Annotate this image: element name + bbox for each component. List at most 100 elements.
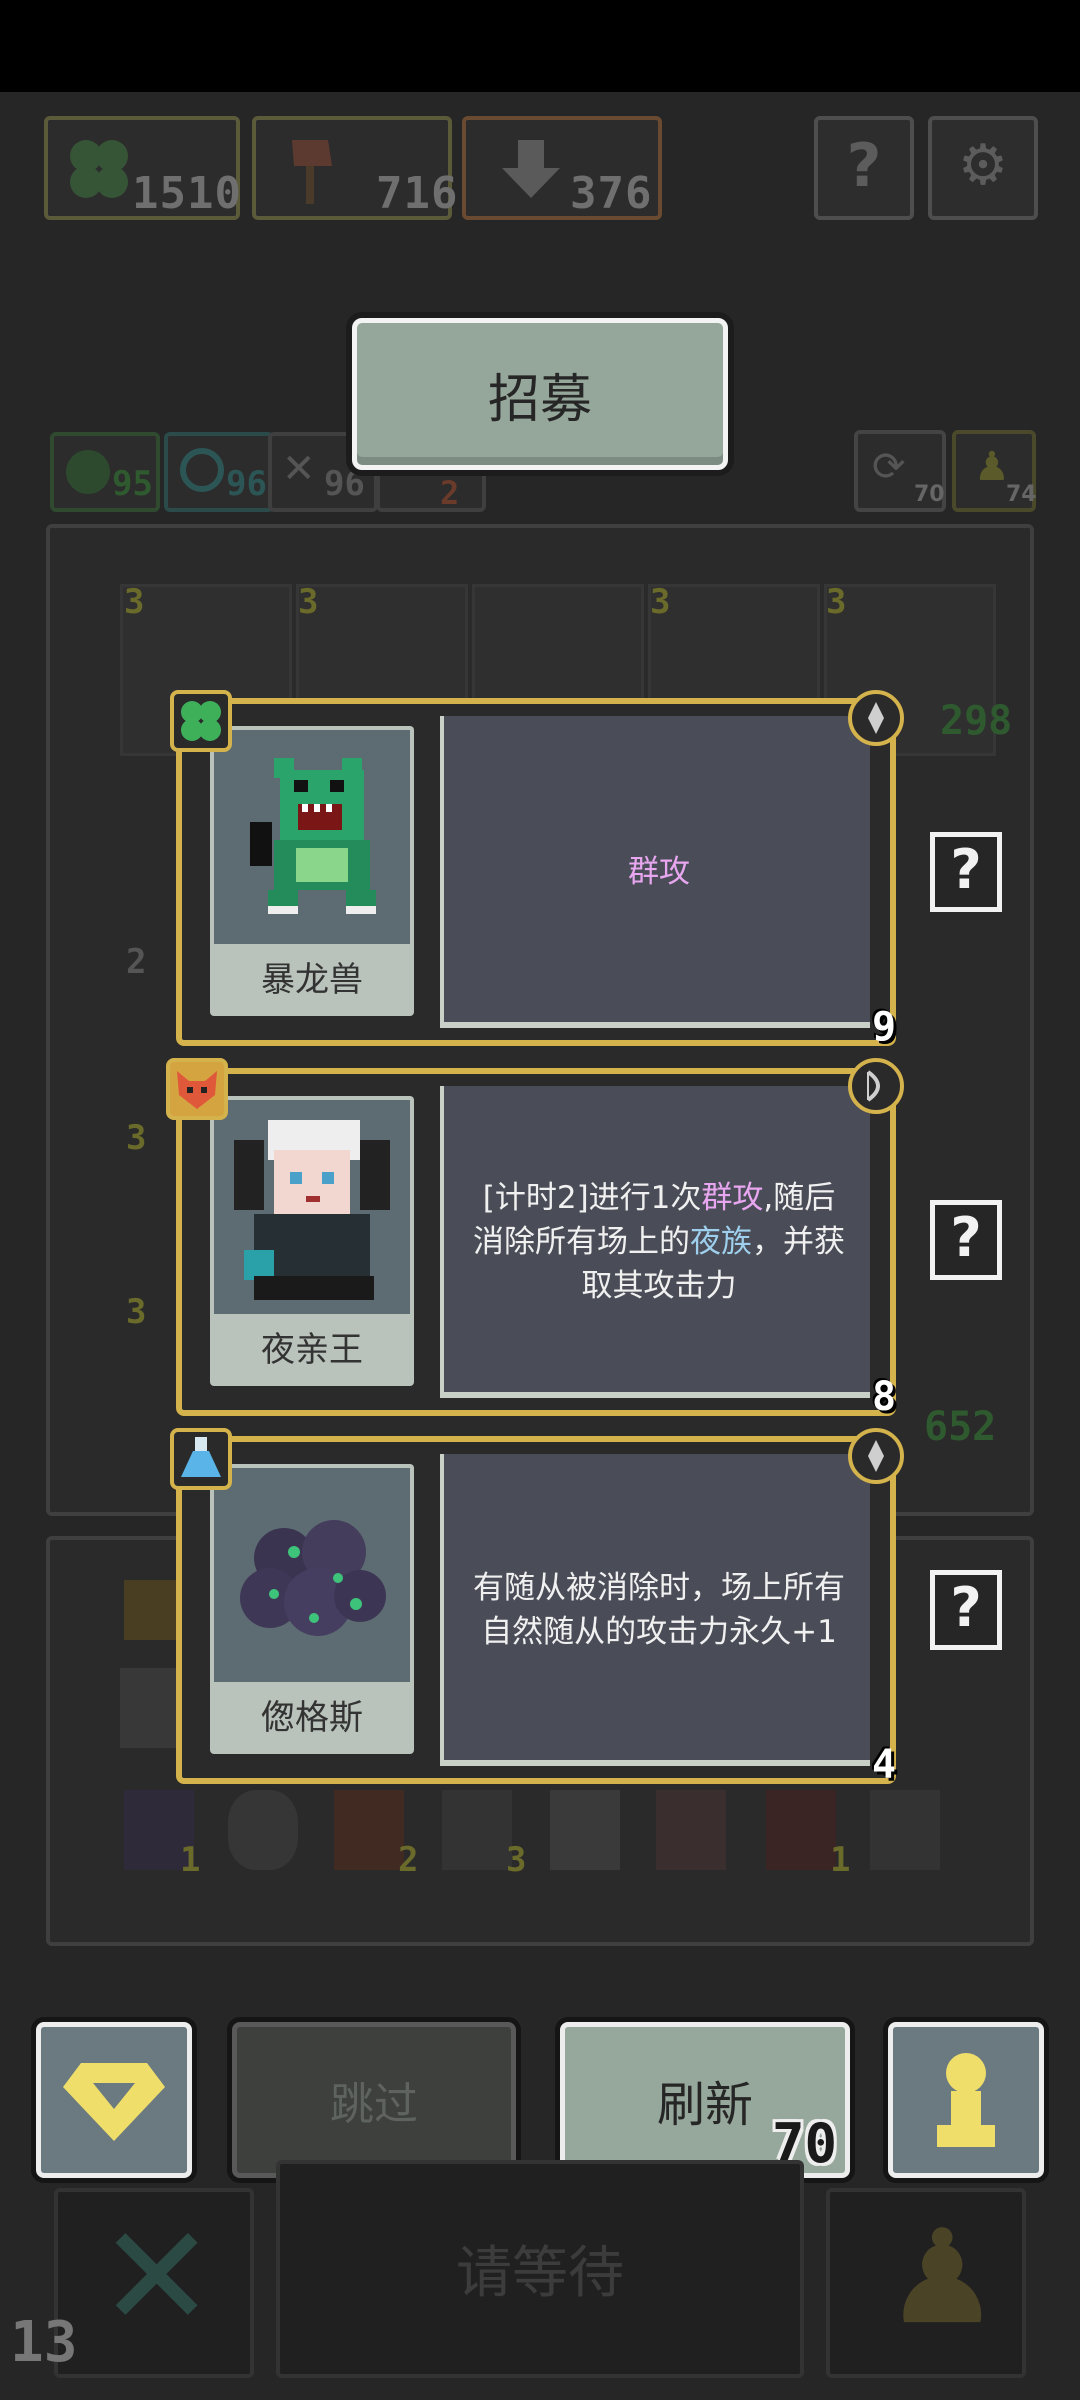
- recruit-title-text: 招募: [487, 369, 592, 430]
- description-text: 有随从被消除时，场上所有: [473, 1570, 845, 1606]
- description-text: 取其攻击力: [581, 1268, 737, 1304]
- vampire-lord-icon: [234, 1120, 390, 1300]
- description-text: [计时2]进行1次: [482, 1180, 702, 1216]
- card-description-panel: 群攻: [440, 716, 870, 1028]
- card-number: 8: [872, 1374, 897, 1420]
- description-line: [计时2]进行1次群攻,随后: [473, 1176, 845, 1220]
- side-stat-box: ⟳ 70: [854, 430, 946, 512]
- resource-clover: 1510: [44, 116, 242, 220]
- skip-label: 跳过: [330, 2079, 418, 2130]
- pawn-icon: ♟: [974, 444, 1010, 490]
- sword-icon: [868, 1440, 884, 1472]
- card-badge: [170, 690, 232, 752]
- unit-level: 3: [124, 582, 145, 622]
- refresh-label: 刷新: [656, 2077, 753, 2133]
- card-description-panel: [计时2]进行1次群攻,随后 消除所有场上的夜族，并获 取其攻击力: [440, 1086, 870, 1398]
- status-bar: [0, 0, 1080, 92]
- resource-value: 1510: [132, 168, 242, 219]
- clover-icon: [70, 140, 128, 198]
- item-count: 3: [506, 1840, 527, 1880]
- shoggoth-icon: [240, 1520, 386, 1636]
- portrait-frame: 偬格斯: [210, 1464, 414, 1754]
- diamond-button[interactable]: [36, 2022, 192, 2178]
- card-description-panel: 有随从被消除时，场上所有 自然随从的攻击力永久+1: [440, 1454, 870, 1766]
- stat-value: 74: [1006, 482, 1037, 507]
- item-count: 1: [180, 1840, 201, 1880]
- help-icon: ?: [846, 131, 882, 201]
- stat-value: 70: [914, 482, 945, 507]
- card-description: 群攻: [444, 716, 874, 1028]
- recruit-card-1[interactable]: 暴龙兽 群攻 9: [176, 698, 896, 1050]
- inventory-slot: [334, 1790, 404, 1870]
- portrait-frame: 夜亲王: [210, 1096, 414, 1386]
- portrait-image: [214, 1100, 410, 1314]
- bow-icon: [866, 1070, 880, 1102]
- card-info-button[interactable]: ?: [930, 1200, 1002, 1280]
- settings-icon: ⚙: [957, 133, 1009, 198]
- unit-level: 3: [826, 582, 847, 622]
- inventory-slot: [124, 1580, 184, 1640]
- fox-mask-icon: [177, 1071, 217, 1109]
- inventory-slot: [442, 1790, 512, 1870]
- card-badge: [166, 1058, 228, 1120]
- pawn-icon: [937, 2053, 995, 2147]
- unit-power: 298: [940, 698, 1013, 744]
- pawn-shadow-button[interactable]: ♟: [826, 2188, 1026, 2378]
- card-badge: [170, 1428, 232, 1490]
- axe-icon: [292, 140, 332, 204]
- keyword-text: 群攻: [701, 1180, 764, 1216]
- cancel-button[interactable]: ✕: [54, 2188, 254, 2378]
- sword-icon: [868, 702, 884, 734]
- inventory-slot: [656, 1790, 726, 1870]
- stat-box: 96: [164, 432, 274, 512]
- round-number: 13: [10, 2310, 78, 2375]
- stat-value: 96: [226, 464, 267, 504]
- card-tier-badge: [848, 1058, 904, 1114]
- unit-level: 3: [126, 1118, 147, 1158]
- description-line: 取其攻击力: [473, 1264, 845, 1308]
- item-count: 2: [398, 1840, 419, 1880]
- recruit-card-3[interactable]: 偬格斯 有随从被消除时，场上所有 自然随从的攻击力永久+1 4: [176, 1436, 896, 1788]
- inventory-slot: [766, 1790, 836, 1870]
- unit-power: 652: [924, 1404, 997, 1450]
- down-arrow-icon: [502, 140, 560, 198]
- unit-level: 3: [298, 582, 319, 622]
- pawn-icon: ♟: [884, 2201, 1001, 2353]
- clover-icon: [181, 701, 221, 741]
- card-description: 有随从被消除时，场上所有 自然随从的攻击力永久+1: [444, 1454, 874, 1766]
- description-text: ,随后: [763, 1180, 836, 1216]
- skip-button[interactable]: 跳过: [232, 2022, 516, 2178]
- unit-level: 3: [126, 1292, 147, 1332]
- description-line: 群攻: [628, 850, 690, 894]
- card-number: 4: [872, 1742, 897, 1788]
- stat-value: 2: [440, 474, 460, 512]
- description-text: 自然随从的攻击力永久+1: [481, 1614, 837, 1650]
- diamond-icon: [63, 2063, 165, 2141]
- item-count: 1: [830, 1840, 851, 1880]
- portrait-frame: 暴龙兽: [210, 726, 414, 1016]
- card-info-button[interactable]: ?: [930, 832, 1002, 912]
- unit-level: 3: [650, 582, 671, 622]
- stat-value: 95: [112, 464, 153, 504]
- description-line: 消除所有场上的夜族，并获: [473, 1220, 845, 1264]
- inventory-slot: [228, 1790, 298, 1870]
- card-tier-badge: [848, 1428, 904, 1484]
- card-name: 偬格斯: [261, 1698, 363, 1738]
- pawn-button[interactable]: [888, 2022, 1044, 2178]
- settings-button[interactable]: ⚙: [928, 116, 1038, 220]
- stat-box: 95: [50, 432, 160, 512]
- bat-icon: ✕: [282, 446, 316, 492]
- card-info-button[interactable]: ?: [930, 1570, 1002, 1650]
- card-name: 夜亲王: [261, 1330, 363, 1370]
- recruit-card-2[interactable]: 夜亲王 [计时2]进行1次群攻,随后 消除所有场上的夜族，并获 取其攻击力 8: [176, 1068, 896, 1420]
- description-text: ，并获: [752, 1224, 845, 1260]
- wait-label: 请等待: [456, 2241, 624, 2306]
- description-line: 自然随从的攻击力永久+1: [473, 1610, 845, 1654]
- stat-value: 96: [324, 464, 365, 504]
- help-button[interactable]: ?: [814, 116, 914, 220]
- recruit-title: 招募: [352, 318, 728, 470]
- resource-arrow: 376: [462, 116, 662, 220]
- card-description: [计时2]进行1次群攻,随后 消除所有场上的夜族，并获 取其攻击力: [444, 1086, 874, 1398]
- close-icon: ✕: [98, 2196, 216, 2359]
- potion-icon: [181, 1437, 221, 1477]
